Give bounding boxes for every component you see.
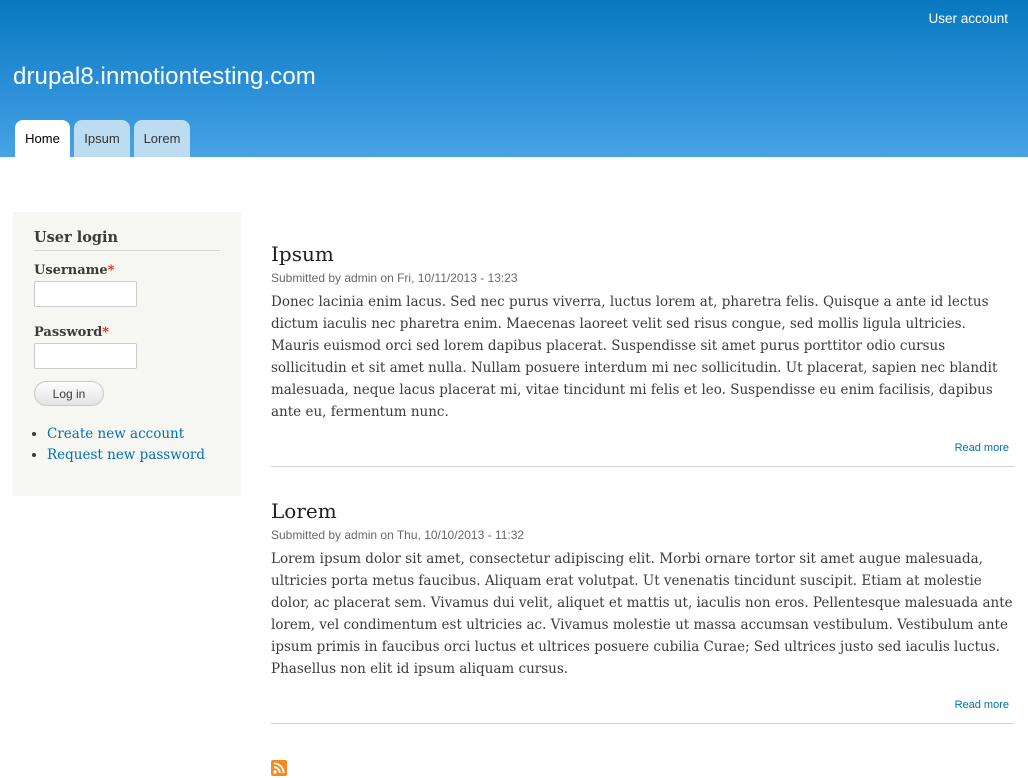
required-marker: * [102, 325, 110, 340]
article-ipsum: Ipsum Submitted by admin on Fri, 10/11/2… [271, 241, 1014, 467]
submitted-info: Submitted by admin on Thu, 10/10/2013 - … [271, 528, 525, 542]
submitted-info: Submitted by admin on Fri, 10/11/2013 - … [271, 271, 518, 285]
read-more-link[interactable]: Read more [271, 699, 1014, 713]
tab-home[interactable]: Home [15, 120, 70, 157]
read-more-link[interactable]: Read more [271, 442, 1014, 456]
user-links: Create new account Request new password [34, 424, 220, 466]
article-body: Donec lacinia enim lacus. Sed nec purus … [271, 294, 998, 420]
user-login-block: User login Username* Password* Log in Cr… [13, 212, 241, 496]
login-button[interactable]: Log in [34, 381, 104, 406]
required-marker: * [107, 263, 115, 278]
divider [271, 723, 1014, 724]
article-lorem: Lorem Submitted by admin on Thu, 10/10/2… [271, 498, 1014, 724]
username-label: Username* [34, 263, 115, 278]
article-body: Lorem ipsum dolor sit amet, consectetur … [271, 551, 1013, 677]
site-name[interactable]: drupal8.inmotiontesting.com [13, 63, 316, 91]
password-input[interactable] [34, 343, 137, 369]
rss-icon[interactable] [271, 760, 287, 776]
divider [271, 466, 1014, 467]
user-account-link[interactable]: User account [928, 11, 1008, 26]
request-password-link[interactable]: Request new password [47, 447, 205, 463]
main-menu: Home Ipsum Lorem [15, 120, 190, 157]
block-title: User login [34, 229, 220, 251]
site-header: User account drupal8.inmotiontesting.com… [0, 0, 1028, 157]
article-title[interactable]: Lorem [271, 498, 1014, 524]
create-account-link[interactable]: Create new account [47, 426, 184, 442]
list-item: Request new password [47, 445, 220, 466]
tab-ipsum[interactable]: Ipsum [74, 120, 130, 157]
list-item: Create new account [47, 424, 220, 445]
username-input[interactable] [34, 281, 137, 307]
article-title[interactable]: Ipsum [271, 241, 1014, 267]
password-label: Password* [34, 325, 110, 340]
tab-lorem[interactable]: Lorem [134, 120, 190, 157]
